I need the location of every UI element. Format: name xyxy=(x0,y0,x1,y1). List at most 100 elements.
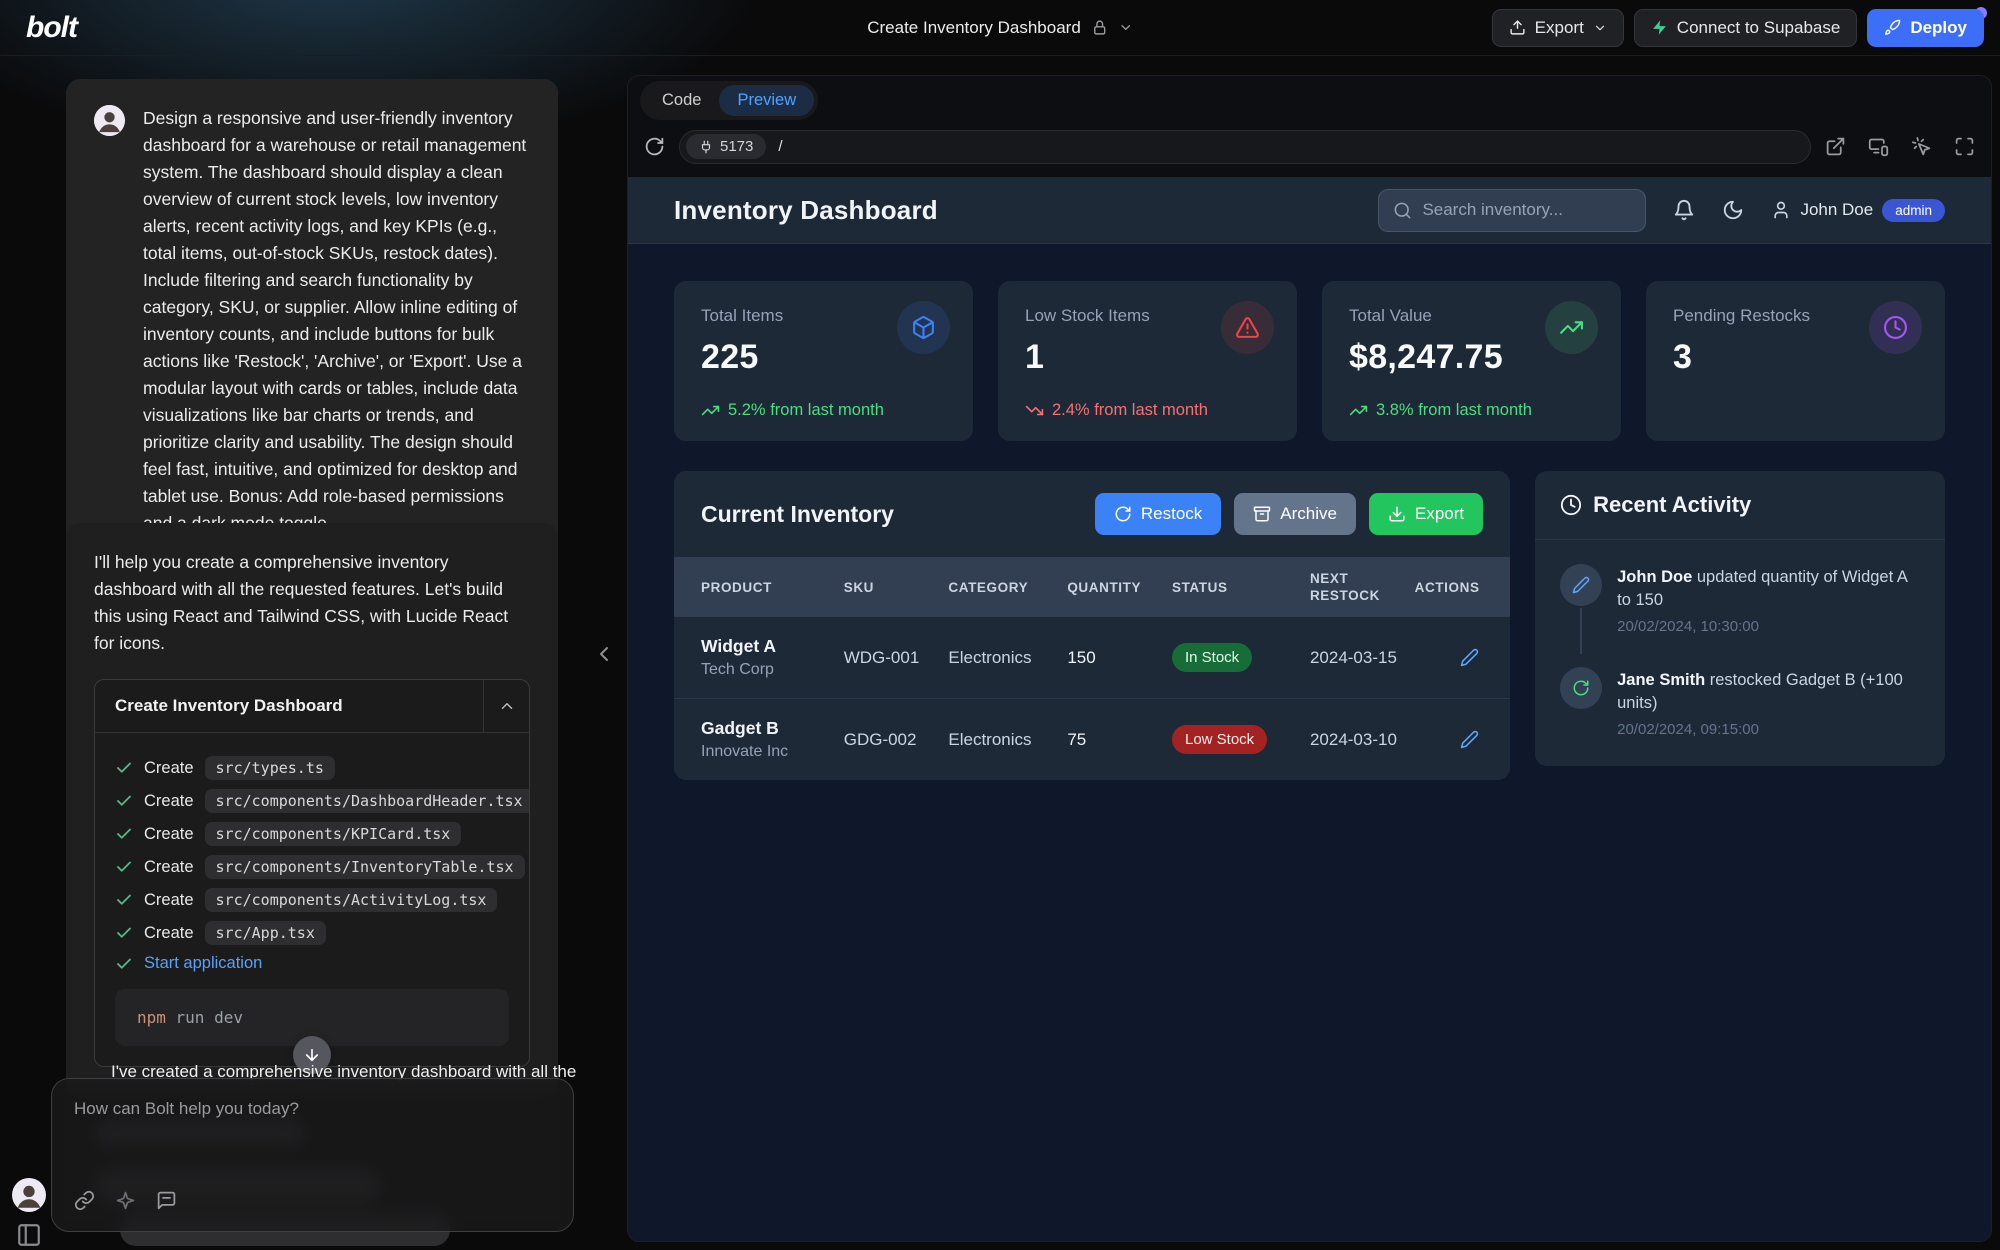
plan-step: Create src/components/InventoryTable.tsx xyxy=(115,855,509,879)
check-icon xyxy=(115,858,133,876)
dashboard-header: Inventory Dashboard John Doe admin xyxy=(628,177,1991,244)
chevron-up-icon xyxy=(498,697,516,715)
role-badge: admin xyxy=(1882,199,1945,222)
check-icon xyxy=(115,955,133,973)
recent-activity-card: Recent Activity John Doe updated quantit… xyxy=(1535,471,1945,766)
export-csv-button[interactable]: Export xyxy=(1369,493,1483,535)
address-bar[interactable]: 5173 / xyxy=(679,130,1811,164)
export-button[interactable]: Export xyxy=(1492,9,1624,47)
inventory-search-input[interactable] xyxy=(1422,200,1643,220)
activity-timestamp: 20/02/2024, 10:30:00 xyxy=(1617,618,1920,635)
step-action: Create xyxy=(144,759,194,778)
connect-supabase-label: Connect to Supabase xyxy=(1677,18,1841,38)
user-avatar xyxy=(94,105,125,136)
inventory-search[interactable] xyxy=(1378,189,1646,232)
open-external-icon[interactable] xyxy=(1825,136,1846,157)
port-pill[interactable]: 5173 xyxy=(686,134,766,159)
activity-user: John Doe xyxy=(1617,568,1692,586)
tab-preview[interactable]: Preview xyxy=(719,85,814,116)
port-number: 5173 xyxy=(720,138,753,155)
trending-down-icon xyxy=(1025,401,1044,420)
kpi-card-pending-restocks: Pending Restocks 3 xyxy=(1646,281,1945,441)
chat-panel: Design a responsive and user-friendly in… xyxy=(0,56,627,1250)
step-action: Create xyxy=(144,792,194,811)
fullscreen-icon[interactable] xyxy=(1954,136,1975,157)
step-file[interactable]: src/types.ts xyxy=(205,756,335,780)
devices-icon[interactable] xyxy=(1868,136,1889,157)
build-plan-panel: Create Inventory Dashboard Create src/ty… xyxy=(94,679,530,1067)
bell-icon[interactable] xyxy=(1673,199,1695,221)
preview-panel: Code Preview 5173 / Inventory Dashboard xyxy=(627,75,1992,1242)
clock-icon xyxy=(1869,301,1922,354)
plan-step: Create src/types.ts xyxy=(115,756,509,780)
edit-pencil-icon[interactable] xyxy=(1460,730,1483,749)
product-sku: WDG-001 xyxy=(844,648,949,668)
sparkles-icon[interactable] xyxy=(115,1190,136,1211)
archive-button[interactable]: Archive xyxy=(1234,493,1356,535)
bolt-logo[interactable]: bolt xyxy=(16,11,77,45)
status-badge: Low Stock xyxy=(1172,725,1267,754)
step-file[interactable]: src/components/InventoryTable.tsx xyxy=(205,855,525,879)
restock-button[interactable]: Restock xyxy=(1095,493,1221,535)
dark-mode-toggle-icon[interactable] xyxy=(1722,199,1744,221)
collapse-panel-button[interactable] xyxy=(483,680,529,732)
inspect-cursor-icon[interactable] xyxy=(1911,136,1932,157)
product-quantity[interactable]: 150 xyxy=(1067,648,1172,668)
kpi-trend: 5.2% from last month xyxy=(701,401,884,420)
table-row[interactable]: Gadget B Innovate Inc GDG-002 Electronic… xyxy=(674,699,1510,780)
check-icon xyxy=(115,759,133,777)
step-file[interactable]: src/components/DashboardHeader.tsx xyxy=(205,789,530,813)
activity-user: Jane Smith xyxy=(1617,671,1705,689)
connect-supabase-button[interactable]: Connect to Supabase xyxy=(1634,9,1858,47)
deploy-button[interactable]: Deploy xyxy=(1867,9,1984,47)
refresh-icon xyxy=(1114,505,1132,523)
step-action: Create xyxy=(144,825,194,844)
plan-step-start-application: Start application xyxy=(115,954,509,973)
step-file[interactable]: src/components/KPICard.tsx xyxy=(205,822,462,846)
deploy-label: Deploy xyxy=(1910,18,1967,38)
chat-input-field[interactable] xyxy=(74,1099,551,1190)
app-preview: Inventory Dashboard John Doe admin Total… xyxy=(628,177,1991,1241)
product-sku: GDG-002 xyxy=(844,730,949,750)
link-icon[interactable] xyxy=(74,1190,95,1211)
supabase-bolt-icon xyxy=(1651,19,1668,36)
check-icon xyxy=(115,825,133,843)
chevron-down-icon[interactable] xyxy=(1118,20,1133,35)
project-title-group[interactable]: Create Inventory Dashboard xyxy=(867,18,1133,38)
chevron-down-icon xyxy=(1593,21,1607,35)
product-quantity[interactable]: 75 xyxy=(1067,730,1172,750)
trending-up-icon xyxy=(1545,301,1598,354)
step-action: Create xyxy=(144,924,194,943)
activity-timestamp: 20/02/2024, 09:15:00 xyxy=(1617,721,1920,738)
start-application-link[interactable]: Start application xyxy=(144,954,262,973)
trending-up-icon xyxy=(1349,401,1368,420)
user-message-text: Design a responsive and user-friendly in… xyxy=(143,105,530,537)
account-avatar[interactable] xyxy=(12,1178,46,1212)
collapse-chat-chevron[interactable] xyxy=(592,642,616,666)
step-file[interactable]: src/components/ActivityLog.tsx xyxy=(205,888,498,912)
pencil-icon xyxy=(1560,564,1602,606)
reload-icon[interactable] xyxy=(644,136,665,157)
next-restock-date: 2024-03-10 xyxy=(1310,730,1415,750)
current-inventory-card: Current Inventory Restock Archive xyxy=(674,471,1510,780)
product-category: Electronics xyxy=(948,648,1067,668)
table-row[interactable]: Widget A Tech Corp WDG-001 Electronics 1… xyxy=(674,617,1510,699)
trending-up-icon xyxy=(701,401,720,420)
chat-bubble-icon[interactable] xyxy=(156,1190,177,1211)
lock-icon xyxy=(1091,19,1108,36)
tab-code[interactable]: Code xyxy=(644,85,719,116)
view-switcher: Code Preview xyxy=(640,81,818,120)
sidebar-toggle-icon[interactable] xyxy=(16,1222,42,1248)
edit-pencil-icon[interactable] xyxy=(1460,648,1483,667)
kpi-trend: 3.8% from last month xyxy=(1349,401,1532,420)
archive-icon xyxy=(1253,505,1271,523)
check-icon xyxy=(115,891,133,909)
step-file[interactable]: src/App.tsx xyxy=(205,921,326,945)
chat-input-box[interactable] xyxy=(51,1078,574,1232)
activity-title: Recent Activity xyxy=(1593,492,1751,518)
table-header: Product SKU Category Quantity Status Nex… xyxy=(674,557,1510,617)
product-category: Electronics xyxy=(948,730,1067,750)
inventory-title: Current Inventory xyxy=(701,501,894,528)
assistant-intro-text: I'll help you create a comprehensive inv… xyxy=(94,549,530,657)
user-menu[interactable]: John Doe admin xyxy=(1771,199,1945,222)
